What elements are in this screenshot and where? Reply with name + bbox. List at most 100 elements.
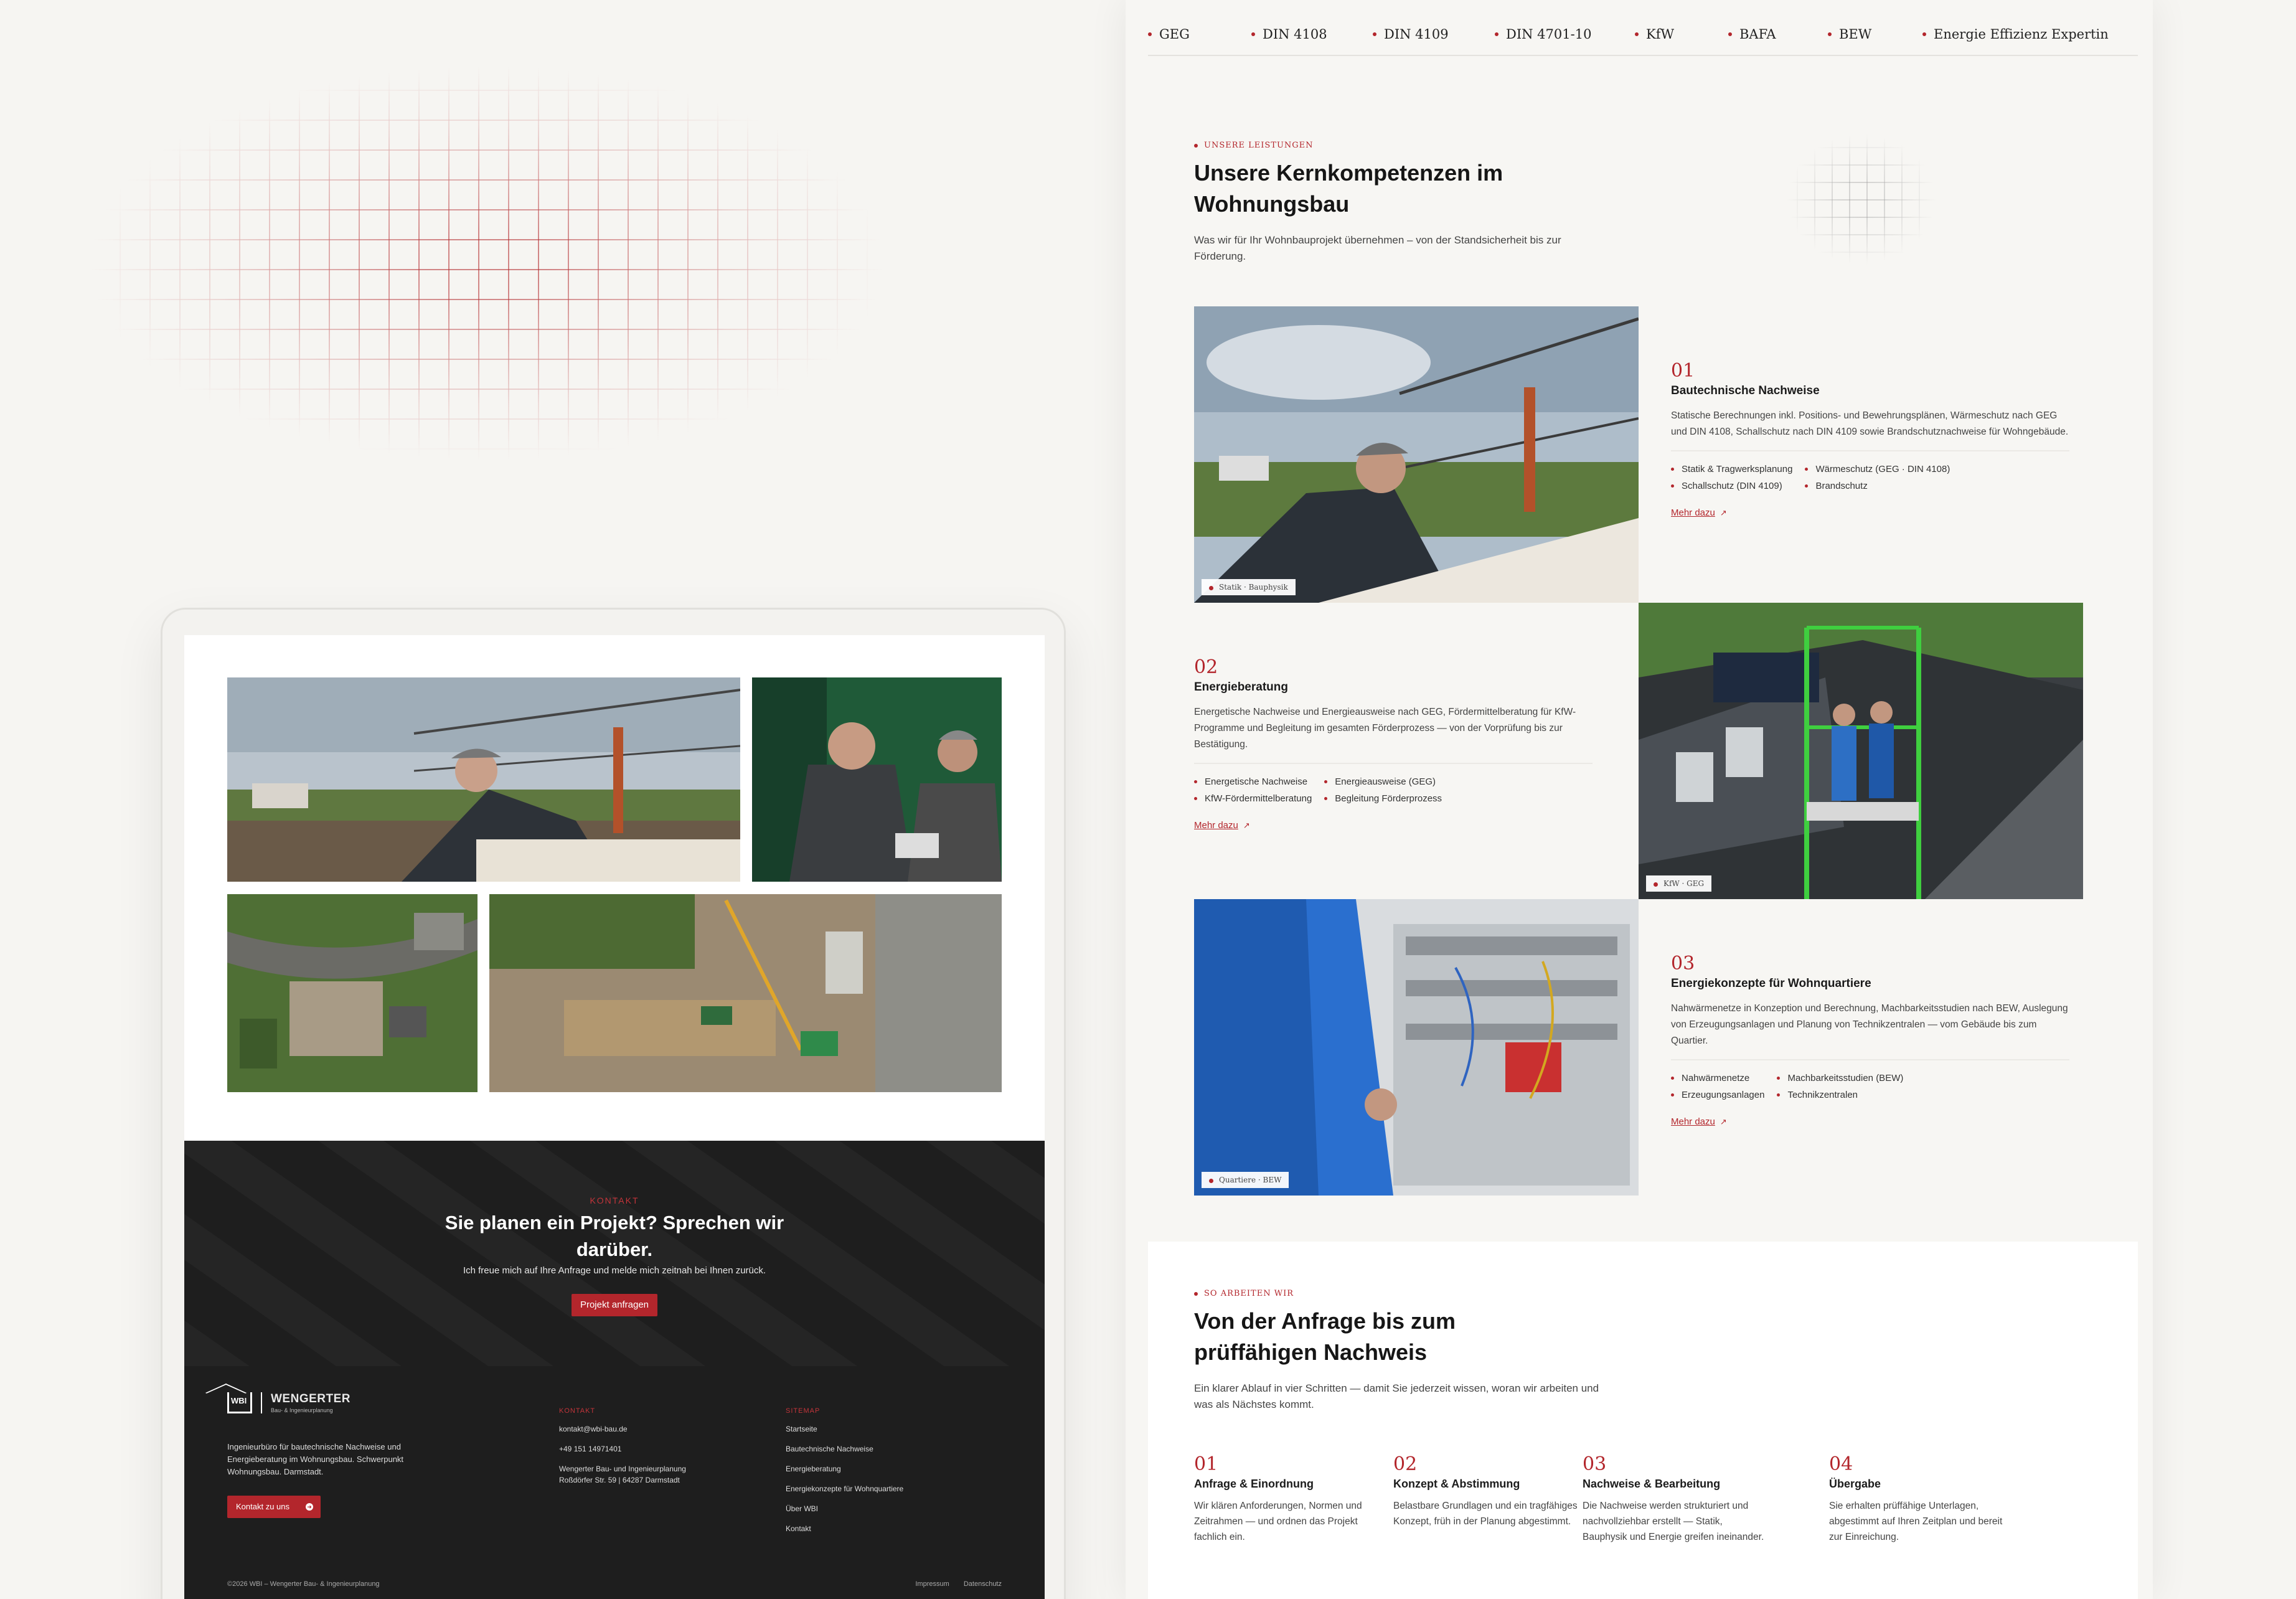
- datenschutz-link[interactable]: Datenschutz: [964, 1580, 1002, 1588]
- step-number: 01: [1194, 1453, 1218, 1475]
- bullet-item: Wärmeschutz (GEG · DIN 4108): [1805, 464, 1950, 474]
- contact-cta-section: KONTAKT Sie planen ein Projekt? Sprechen…: [184, 1141, 1045, 1366]
- footer-contact-column: KONTAKT kontakt@wbi-bau.de +49 151 14971…: [559, 1407, 686, 1494]
- services-title: Unsere Kernkompetenzen im Wohnungsbau: [1194, 160, 1503, 217]
- process-step-3: 03 Nachweise & Bearbeitung Die Nachweise…: [1583, 1453, 1769, 1545]
- process-header: SO ARBEITEN WIR Von der Anfrage bis zum …: [1194, 1289, 1599, 1413]
- norm-item: DIN 4108: [1251, 27, 1373, 42]
- service-description: Statische Berechnungen inkl. Positions- …: [1671, 410, 2069, 437]
- cta-text: Ich freue mich auf Ihre Anfrage und meld…: [463, 1265, 766, 1276]
- step-description: Wir klären Anforderungen, Normen und Zei…: [1194, 1501, 1362, 1542]
- sitemap-link[interactable]: Energieberatung: [786, 1463, 903, 1474]
- service-number: 03: [1671, 953, 1695, 974]
- service-bullets: Energetische Nachweise Energieausweise (…: [1194, 776, 1593, 804]
- process-step-4: 04 Übergabe Sie erhalten prüffähige Unte…: [1829, 1453, 2016, 1545]
- gallery-photo-aerial-plot: [227, 894, 478, 1092]
- service-card-1: 01 Bautechnische Nachweise Statische Ber…: [1671, 360, 2069, 519]
- bullet-item: Brandschutz: [1805, 481, 1950, 491]
- divider: [1194, 763, 1593, 764]
- footer-contact-heading: KONTAKT: [559, 1407, 596, 1415]
- sitemap-link[interactable]: Energiekonzepte für Wohnquartiere: [786, 1483, 903, 1494]
- footer-contact-button-label: Kontakt zu uns: [236, 1502, 289, 1511]
- more-link[interactable]: Mehr dazu ↗: [1194, 820, 1250, 831]
- bullet-item: Technikzentralen: [1777, 1090, 1903, 1100]
- sitemap-link[interactable]: Über WBI: [786, 1503, 903, 1514]
- footer-logo[interactable]: WBI WENGERTER Bau- & Ingenieurplanung: [227, 1392, 351, 1413]
- logo-subtitle: Bau- & Ingenieurplanung: [271, 1407, 333, 1413]
- bullet-item: Energieausweise (GEG): [1324, 776, 1442, 787]
- bullet-item: Machbarkeitsstudien (BEW): [1777, 1073, 1903, 1083]
- step-title: Übergabe: [1829, 1478, 1881, 1490]
- bullet-item: KfW-Fördermittelberatung: [1194, 793, 1312, 804]
- footer-sitemap-heading: SITEMAP: [786, 1407, 821, 1415]
- more-link[interactable]: Mehr dazu ↗: [1671, 1116, 1727, 1127]
- site-footer: WBI WENGERTER Bau- & Ingenieurplanung In…: [184, 1366, 1045, 1599]
- norm-item: DIN 4701-10: [1495, 27, 1635, 42]
- service-card-3: 03 Energiekonzepte für Wohnquartiere Nah…: [1671, 953, 2069, 1128]
- footer-sitemap-column: SITEMAP Startseite Bautechnische Nachwei…: [786, 1407, 903, 1543]
- logo-name: WENGERTER: [271, 1392, 351, 1405]
- bullet-item: Begleitung Förderprozess: [1324, 793, 1442, 804]
- norm-item: BEW: [1828, 27, 1922, 42]
- service-description: Energetische Nachweise und Energieauswei…: [1194, 707, 1576, 750]
- cta-eyebrow: KONTAKT: [590, 1196, 639, 1205]
- bullet-item: Statik & Tragwerksplanung: [1671, 464, 1792, 474]
- norms-bar: GEG DIN 4108 DIN 4109 DIN 4701-10 KfW BA…: [1148, 14, 2138, 56]
- services-lead: Was wir für Ihr Wohnbauprojekt übernehme…: [1194, 234, 1561, 262]
- service-number: 01: [1671, 360, 1695, 382]
- footer-company: Wengerter Bau- und Ingenieurplanung: [559, 1465, 686, 1473]
- service-image-quartiere: Quartiere · BEW: [1194, 899, 1639, 1196]
- process-eyebrow: SO ARBEITEN WIR: [1194, 1289, 1599, 1298]
- gallery-photo-aerial-construction: [489, 894, 1002, 1092]
- project-request-button[interactable]: Projekt anfragen: [572, 1294, 657, 1316]
- device-screen: KONTAKT Sie planen ein Projekt? Sprechen…: [184, 635, 1045, 1599]
- process-step-1: 01 Anfrage & Einordnung Wir klären Anfor…: [1194, 1453, 1381, 1545]
- step-description: Belastbare Grundlagen und ein tragfähige…: [1393, 1501, 1578, 1527]
- arrow-right-icon: ➜: [306, 1503, 313, 1511]
- process-step-2: 02 Konzept & Abstimmung Belastbare Grund…: [1393, 1453, 1580, 1529]
- decorative-grid: [0, 0, 1058, 548]
- gallery-photo-two-workers: [752, 677, 1002, 882]
- logo-separator: [261, 1392, 262, 1413]
- photo-gallery: [227, 677, 1002, 1092]
- sitemap-link[interactable]: Kontakt: [786, 1523, 903, 1534]
- arrow-up-right-icon: ↗: [1243, 821, 1250, 830]
- step-number: 02: [1393, 1453, 1418, 1475]
- footer-contact-button[interactable]: Kontakt zu uns ➜: [227, 1496, 321, 1518]
- footer-street: Roßdörfer Str. 59 | 64287 Darmstadt: [559, 1476, 680, 1484]
- bullet-item: Energetische Nachweise: [1194, 776, 1312, 787]
- service-number: 02: [1194, 656, 1218, 678]
- footer-bottom-bar: ©2026 WBI – Wengerter Bau- & Ingenieurpl…: [227, 1580, 1002, 1588]
- services-page: GEG DIN 4108 DIN 4109 DIN 4701-10 KfW BA…: [1126, 0, 2153, 1599]
- arrow-up-right-icon: ↗: [1720, 1117, 1727, 1126]
- step-title: Konzept & Abstimmung: [1393, 1478, 1520, 1490]
- services-eyebrow: UNSERE LEISTUNGEN: [1194, 141, 1561, 150]
- step-title: Nachweise & Bearbeitung: [1583, 1478, 1721, 1490]
- bullet-item: Schallschutz (DIN 4109): [1671, 481, 1792, 491]
- more-link[interactable]: Mehr dazu ↗: [1671, 507, 1727, 518]
- service-tag: Quartiere · BEW: [1202, 1172, 1289, 1188]
- impressum-link[interactable]: Impressum: [915, 1580, 949, 1588]
- sitemap-link[interactable]: Bautechnische Nachweise: [786, 1443, 903, 1455]
- step-description: Die Nachweise werden strukturiert und na…: [1583, 1501, 1764, 1542]
- service-image-statik: Statik · Bauphysik: [1194, 306, 1639, 603]
- norm-item: Energie Effizienz Expertin: [1922, 27, 2109, 42]
- service-bullets: Statik & Tragwerksplanung Wärmeschutz (G…: [1671, 464, 2069, 491]
- logo-house-icon: WBI: [227, 1392, 252, 1413]
- service-title: Bautechnische Nachweise: [1671, 384, 1820, 397]
- bullet-item: Nahwärmenetze: [1671, 1073, 1764, 1083]
- divider: [1671, 1059, 2069, 1060]
- decorative-grid-small: [1762, 112, 1961, 286]
- step-number: 03: [1583, 1453, 1607, 1475]
- service-description: Nahwärmenetze in Konzeption und Berechnu…: [1671, 1003, 2068, 1046]
- service-title: Energiekonzepte für Wohnquartiere: [1671, 977, 1871, 990]
- footer-phone-link[interactable]: +49 151 14971401: [559, 1443, 686, 1455]
- service-tag: Statik · Bauphysik: [1202, 579, 1296, 595]
- copyright: ©2026 WBI – Wengerter Bau- & Ingenieurpl…: [227, 1580, 380, 1588]
- sitemap-link[interactable]: Startseite: [786, 1423, 903, 1435]
- process-title: Von der Anfrage bis zum prüffähigen Nach…: [1194, 1308, 1456, 1365]
- norm-item: DIN 4109: [1373, 27, 1495, 42]
- process-section: SO ARBEITEN WIR Von der Anfrage bis zum …: [1148, 1242, 2138, 1599]
- services-header: UNSERE LEISTUNGEN Unsere Kernkompetenzen…: [1194, 141, 1561, 265]
- footer-email-link[interactable]: kontakt@wbi-bau.de: [559, 1423, 686, 1435]
